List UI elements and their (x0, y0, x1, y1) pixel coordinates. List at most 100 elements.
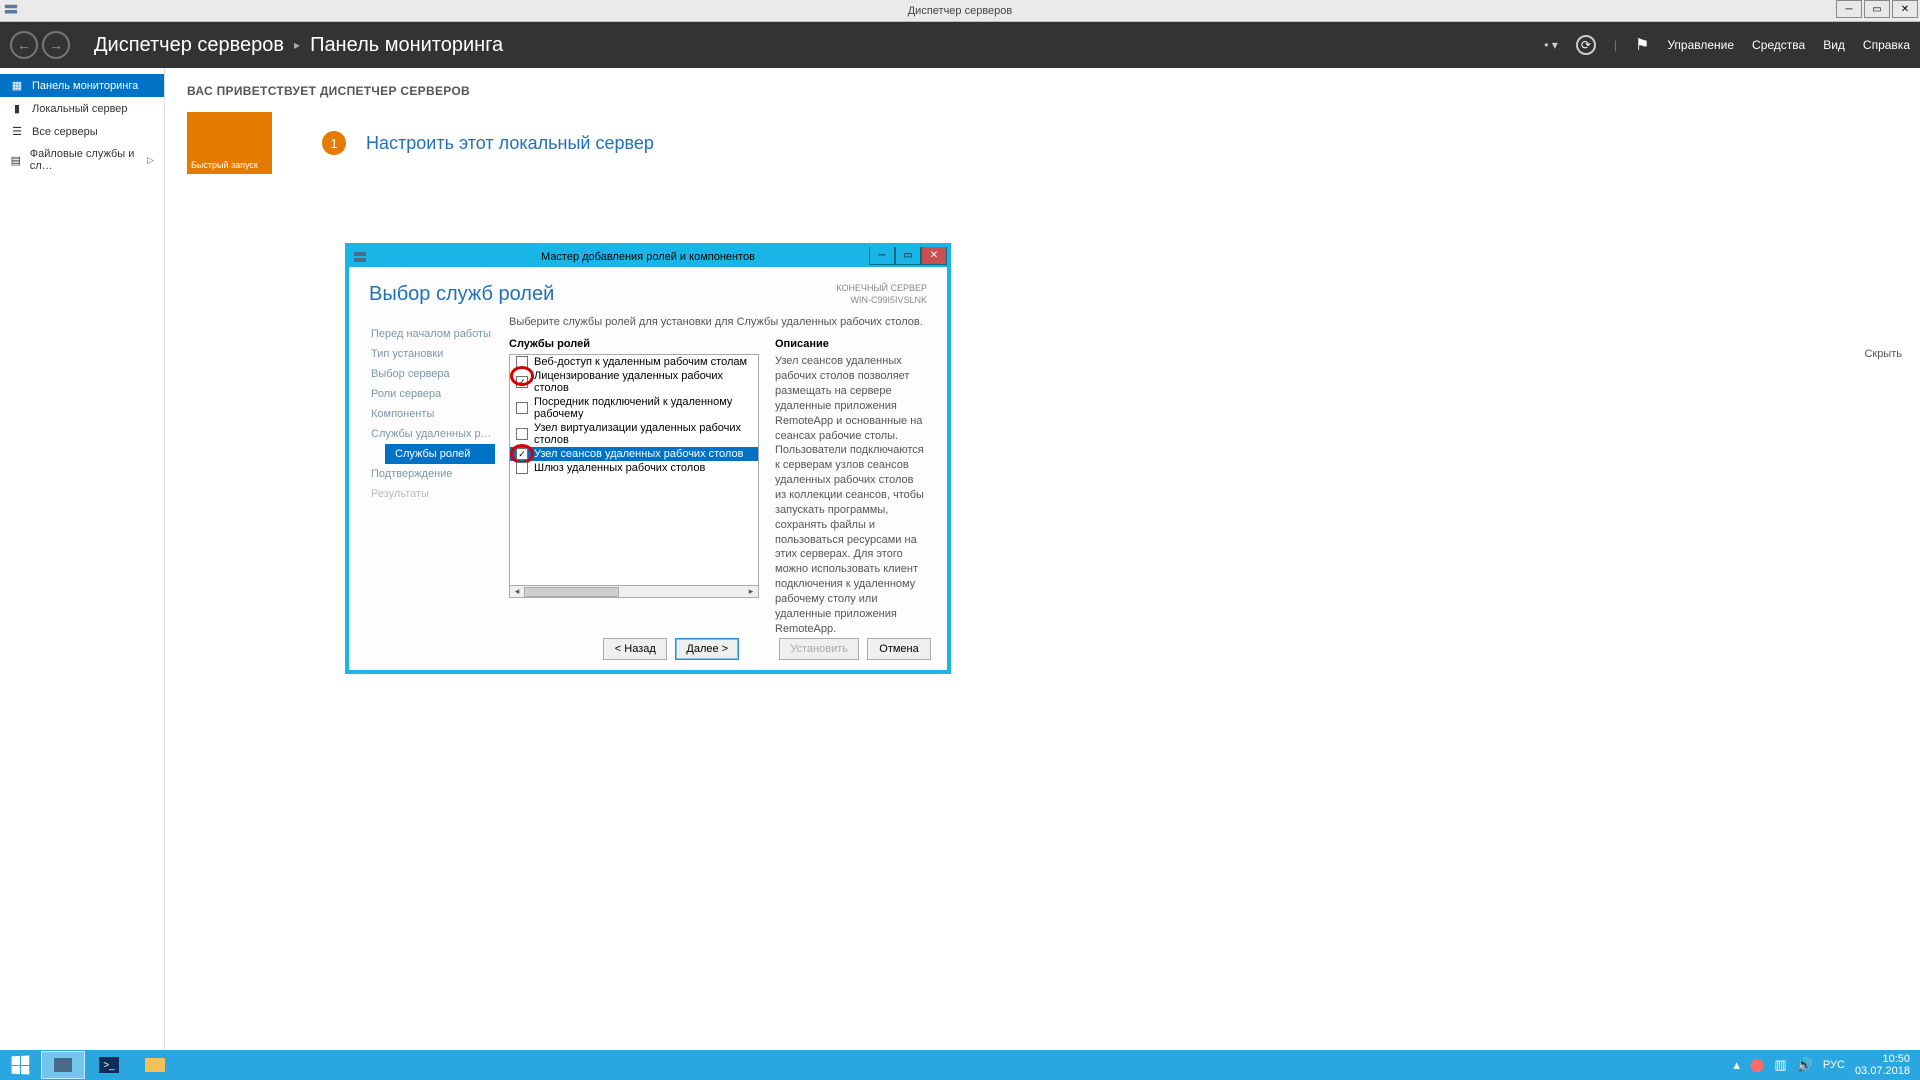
menu-tools[interactable]: Средства (1752, 38, 1805, 52)
checkbox[interactable]: ✓ (516, 376, 528, 388)
wizard-minimize-button[interactable]: ─ (869, 247, 895, 265)
flag-icon[interactable]: ⚑ (1635, 35, 1649, 55)
tasks-dropdown-icon[interactable]: • ▾ (1544, 38, 1558, 52)
tray-network-icon[interactable]: ▥ (1774, 1057, 1786, 1073)
tray-time: 10:50 (1855, 1053, 1910, 1065)
role-label: Узел виртуализации удаленных рабочих сто… (534, 422, 752, 446)
back-button[interactable]: < Назад (603, 638, 667, 660)
checkbox[interactable] (516, 462, 528, 474)
sidebar-item-all-servers[interactable]: ☰ Все серверы (0, 120, 164, 143)
roles-list: Веб-доступ к удаленным рабочим столам ✓ … (509, 354, 759, 586)
chevron-right-icon: ▷ (147, 155, 154, 166)
quickstart-tile[interactable]: Быстрый запуск (187, 112, 272, 174)
sidebar-item-label: Панель мониторинга (32, 80, 138, 92)
wizard-step-server-selection[interactable]: Выбор сервера (369, 364, 499, 384)
menu-view[interactable]: Вид (1823, 38, 1845, 52)
tray-chevron-up-icon[interactable]: ▴ (1733, 1057, 1740, 1073)
role-item-web-access[interactable]: Веб-доступ к удаленным рабочим столам (510, 355, 758, 369)
wizard-icon (353, 250, 367, 264)
target-server-name: WIN-C99I5IVSLNK (836, 295, 927, 307)
cancel-button[interactable]: Отмена (867, 638, 931, 660)
hide-link[interactable]: Скрыть (1864, 348, 1902, 360)
sidebar-item-local-server[interactable]: ▮ Локальный сервер (0, 97, 164, 120)
nav-back-button[interactable]: ← (10, 31, 38, 59)
windows-logo-icon (12, 1056, 30, 1075)
menu-help[interactable]: Справка (1863, 38, 1910, 52)
horizontal-scrollbar[interactable]: ◂ ▸ (509, 586, 759, 598)
tray-volume-icon[interactable]: 🔊 (1797, 1057, 1813, 1073)
dashboard-icon: ▦ (10, 79, 24, 92)
powershell-icon: >_ (99, 1057, 119, 1073)
sidebar: ▦ Панель мониторинга ▮ Локальный сервер … (0, 68, 165, 1050)
role-label: Лицензирование удаленных рабочих столов (534, 370, 752, 394)
sm-header: ← → Диспетчер серверов ▸ Панель монитори… (0, 22, 1920, 68)
role-item-licensing[interactable]: ✓ Лицензирование удаленных рабочих столо… (510, 369, 758, 395)
window-close-button[interactable]: ✕ (1892, 0, 1918, 18)
wizard-titlebar[interactable]: Мастер добавления ролей и компонентов ─ … (349, 247, 947, 267)
wizard-heading: Выбор служб ролей (369, 283, 554, 306)
taskbar-server-manager[interactable] (41, 1051, 85, 1079)
divider: | (1614, 38, 1617, 52)
taskbar: >_ ▴ ⬤ ▥ 🔊 РУС 10:50 03.07.2018 (0, 1050, 1920, 1080)
checkbox[interactable] (516, 402, 528, 414)
server-icon: ▮ (10, 102, 24, 115)
checkbox[interactable]: ✓ (516, 448, 528, 460)
taskbar-powershell[interactable]: >_ (87, 1051, 131, 1079)
role-item-connection-broker[interactable]: Посредник подключений к удаленному рабоч… (510, 395, 758, 421)
wizard-step-before-you-begin[interactable]: Перед началом работы (369, 324, 499, 344)
scroll-thumb[interactable] (524, 587, 619, 597)
tray-language[interactable]: РУС (1823, 1059, 1845, 1071)
install-button: Установить (779, 638, 859, 660)
window-titlebar: Диспетчер серверов ─ ▭ ✕ (0, 0, 1920, 22)
tray-action-center-icon[interactable]: ⬤ (1750, 1057, 1765, 1073)
server-manager-icon (54, 1058, 72, 1072)
chevron-right-icon: ▸ (294, 38, 300, 52)
taskbar-explorer[interactable] (133, 1051, 177, 1079)
role-item-session-host[interactable]: ✓ Узел сеансов удаленных рабочих столов (510, 447, 758, 461)
role-item-virtualization-host[interactable]: Узел виртуализации удаленных рабочих сто… (510, 421, 758, 447)
role-item-gateway[interactable]: Шлюз удаленных рабочих столов (510, 461, 758, 475)
wizard-step-features[interactable]: Компоненты (369, 404, 499, 424)
wizard-step-server-roles[interactable]: Роли сервера (369, 384, 499, 404)
next-button[interactable]: Далее > (675, 638, 739, 660)
step-number-badge: 1 (322, 131, 346, 155)
sidebar-item-file-services[interactable]: ▤ Файловые службы и сл… ▷ (0, 143, 164, 177)
start-button[interactable] (0, 1050, 40, 1080)
window-maximize-button[interactable]: ▭ (1864, 0, 1890, 18)
sidebar-item-dashboard[interactable]: ▦ Панель мониторинга (0, 74, 164, 97)
scroll-track[interactable] (524, 587, 744, 597)
tray-date: 03.07.2018 (1855, 1065, 1910, 1077)
scroll-right-icon[interactable]: ▸ (744, 586, 758, 597)
quickstart-label: Быстрый запуск (191, 160, 258, 170)
wizard-instruction: Выберите службы ролей для установки для … (509, 316, 927, 328)
configure-server-link[interactable]: Настроить этот локальный сервер (366, 133, 654, 154)
checkbox[interactable] (516, 356, 528, 368)
nav-forward-button[interactable]: → (42, 31, 70, 59)
files-icon: ▤ (10, 154, 22, 167)
menu-manage[interactable]: Управление (1667, 38, 1734, 52)
tray-clock[interactable]: 10:50 03.07.2018 (1855, 1053, 1910, 1077)
role-label: Узел сеансов удаленных рабочих столов (534, 448, 743, 460)
description-label: Описание (775, 338, 927, 350)
refresh-icon[interactable]: ⟳ (1576, 35, 1596, 55)
wizard-step-rds[interactable]: Службы удаленных рабо… (369, 424, 499, 444)
wizard-close-button[interactable]: ✕ (921, 247, 947, 265)
role-label: Шлюз удаленных рабочих столов (534, 462, 705, 474)
wizard-step-confirmation[interactable]: Подтверждение (369, 464, 499, 484)
wizard-steps: Перед началом работы Тип установки Выбор… (369, 316, 499, 612)
breadcrumb: Диспетчер серверов ▸ Панель мониторинга (94, 34, 503, 57)
scroll-left-icon[interactable]: ◂ (510, 586, 524, 597)
wizard-step-role-services[interactable]: Службы ролей (385, 444, 495, 464)
wizard-title: Мастер добавления ролей и компонентов (541, 251, 755, 263)
checkbox[interactable] (516, 428, 528, 440)
servers-icon: ☰ (10, 125, 24, 138)
window-minimize-button[interactable]: ─ (1836, 0, 1862, 18)
wizard-step-install-type[interactable]: Тип установки (369, 344, 499, 364)
roles-label: Службы ролей (509, 338, 759, 350)
wizard-step-results: Результаты (369, 484, 499, 504)
add-roles-wizard: Мастер добавления ролей и компонентов ─ … (348, 246, 948, 671)
wizard-maximize-button[interactable]: ▭ (895, 247, 921, 265)
window-title: Диспетчер серверов (908, 5, 1013, 17)
wizard-footer: < Назад Далее > Установить Отмена (603, 638, 931, 660)
role-label: Посредник подключений к удаленному рабоч… (534, 396, 752, 420)
